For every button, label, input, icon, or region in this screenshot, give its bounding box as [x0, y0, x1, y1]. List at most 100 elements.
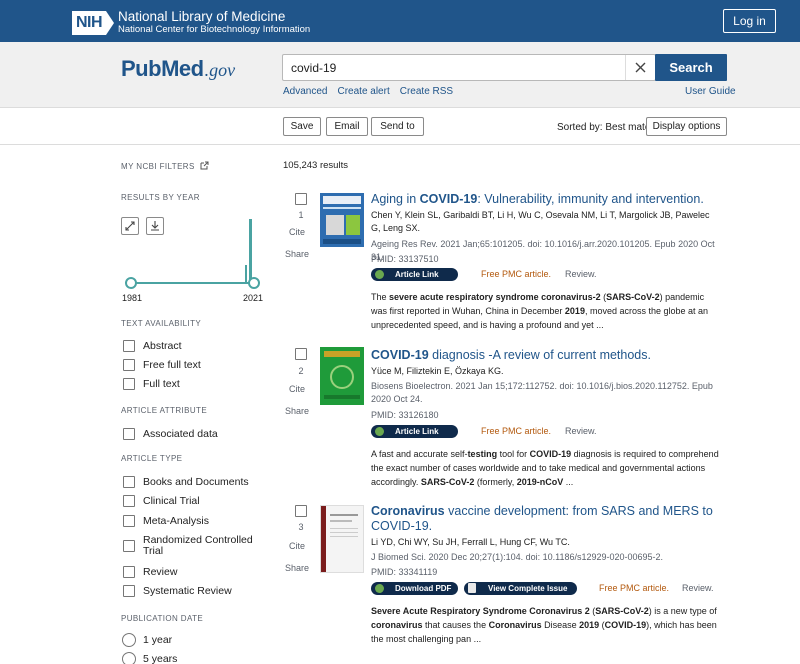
clinical-trial-checkbox[interactable] — [123, 495, 135, 507]
journal-cover-thumbnail[interactable] — [320, 505, 364, 573]
download-pdf-button[interactable]: Download PDF — [371, 582, 458, 595]
journal-cover-thumbnail[interactable] — [320, 347, 364, 405]
user-guide-link[interactable]: User Guide — [685, 86, 736, 97]
sorted-by-select[interactable]: Sorted by: Best match — [557, 122, 655, 133]
results-by-year-heading: RESULTS BY YEAR — [121, 193, 200, 202]
result-title-link[interactable]: COVID-19 diagnosis -A review of current … — [371, 348, 716, 363]
login-button[interactable]: Log in — [723, 9, 776, 33]
pdf-icon — [375, 584, 384, 593]
results-toolbar: Save Email Send to Sorted by: Best match… — [0, 108, 800, 145]
pubmed-logo[interactable]: Pub Med .gov — [121, 56, 235, 82]
systematic-review-label[interactable]: Systematic Review — [143, 586, 263, 597]
cite-button[interactable]: Cite — [283, 541, 311, 551]
create-alert-link[interactable]: Create alert — [337, 86, 389, 97]
view-complete-issue-button[interactable]: View Complete Issue — [464, 582, 577, 595]
five-years-radio[interactable] — [122, 652, 136, 664]
review-badge: Review. — [565, 269, 597, 279]
result-title-link[interactable]: Aging in COVID-19: Vulnerability, immuni… — [371, 192, 716, 207]
logo-gov: .gov — [204, 60, 236, 80]
leaf-icon — [375, 270, 384, 279]
review-checkbox[interactable] — [123, 566, 135, 578]
email-button[interactable]: Email — [326, 117, 368, 136]
one-year-label[interactable]: 1 year — [143, 635, 263, 646]
review-badge: Review. — [565, 426, 597, 436]
search-links: Advanced Create alert Create RSS — [283, 86, 453, 97]
clinical-trial-label[interactable]: Clinical Trial — [143, 496, 263, 507]
publication-date-heading: PUBLICATION DATE — [121, 614, 204, 623]
randomized-controlled-trial-checkbox[interactable] — [123, 540, 135, 552]
books-documents-checkbox[interactable] — [123, 476, 135, 488]
meta-analysis-checkbox[interactable] — [123, 515, 135, 527]
result-number: 1 — [298, 210, 304, 220]
free-pmc-label: Free PMC article. — [481, 269, 552, 279]
share-button[interactable]: Share — [283, 563, 311, 573]
timeline-start-handle[interactable] — [125, 277, 137, 289]
result-checkbox[interactable] — [295, 505, 307, 517]
review-badge: Review. — [682, 583, 714, 593]
text-availability-heading: TEXT AVAILABILITY — [121, 319, 202, 328]
free-full-text-label[interactable]: Free full text — [143, 360, 263, 371]
result-title-link[interactable]: Coronavirus vaccine development: from SA… — [371, 504, 716, 534]
systematic-review-checkbox[interactable] — [123, 585, 135, 597]
result-pmid: PMID: 33126180 — [371, 410, 439, 420]
result-authors: Yüce M, Filiztekin E, Özkaya KG. — [371, 366, 504, 376]
year-end-label: 2021 — [243, 293, 264, 303]
share-button[interactable]: Share — [283, 406, 311, 416]
search-input[interactable] — [283, 55, 623, 80]
abstract-checkbox[interactable] — [123, 340, 135, 352]
review-label[interactable]: Review — [143, 567, 263, 578]
full-text-label[interactable]: Full text — [143, 379, 263, 390]
free-full-text-checkbox[interactable] — [123, 359, 135, 371]
cite-button[interactable]: Cite — [283, 384, 311, 394]
timeline-bar-2021 — [249, 219, 252, 282]
article-attribute-heading: ARTICLE ATTRIBUTE — [121, 406, 208, 415]
free-pmc-label: Free PMC article. — [599, 583, 670, 593]
year-timeline-chart[interactable] — [121, 215, 266, 295]
result-citation: Biosens Bioelectron. 2021 Jan 15;172:112… — [371, 381, 713, 404]
my-ncbi-filters-label: MY NCBI FILTERS — [121, 162, 195, 171]
nih-header: NIH National Library of Medicine Nationa… — [0, 0, 800, 42]
one-year-radio[interactable] — [122, 633, 136, 647]
external-link-icon — [200, 161, 209, 170]
nih-logo[interactable]: NIH National Library of Medicine Nationa… — [72, 9, 310, 36]
issue-icon — [468, 583, 476, 593]
year-start-label: 1981 — [122, 293, 143, 303]
cite-button[interactable]: Cite — [283, 227, 311, 237]
advanced-link[interactable]: Advanced — [283, 86, 327, 97]
associated-data-label[interactable]: Associated data — [143, 429, 263, 440]
result-checkbox[interactable] — [295, 193, 307, 205]
article-link-button[interactable]: Article Link — [371, 425, 458, 438]
nih-logo-icon: NIH — [72, 10, 114, 35]
result-snippet: A fast and accurate self-testing tool fo… — [371, 449, 719, 487]
clear-button[interactable] — [625, 55, 655, 80]
send-to-button[interactable]: Send to — [371, 117, 424, 136]
full-text-checkbox[interactable] — [123, 378, 135, 390]
my-ncbi-filters-link[interactable]: MY NCBI FILTERS — [121, 161, 209, 171]
result-pmid: PMID: 33137510 — [371, 254, 439, 264]
create-rss-link[interactable]: Create RSS — [400, 86, 453, 97]
article-type-heading: ARTICLE TYPE — [121, 454, 183, 463]
logo-med: Med — [161, 56, 204, 81]
associated-data-checkbox[interactable] — [123, 428, 135, 440]
save-button[interactable]: Save — [283, 117, 321, 136]
results-count: 105,243 results — [283, 160, 348, 171]
five-years-label[interactable]: 5 years — [143, 654, 263, 664]
leaf-icon — [375, 427, 384, 436]
share-button[interactable]: Share — [283, 249, 311, 259]
randomized-controlled-trial-label[interactable]: Randomized Controlled Trial — [143, 535, 253, 557]
free-pmc-label: Free PMC article. — [481, 426, 552, 436]
result-pmid: PMID: 33341119 — [371, 567, 438, 577]
abstract-label[interactable]: Abstract — [143, 341, 263, 352]
result-checkbox[interactable] — [295, 348, 307, 360]
clear-icon — [635, 62, 646, 73]
books-documents-label[interactable]: Books and Documents — [143, 477, 263, 488]
display-options-button[interactable]: Display options — [646, 117, 727, 136]
timeline-end-handle[interactable] — [248, 277, 260, 289]
result-authors: Chen Y, Klein SL, Garibaldi BT, Li H, Wu… — [371, 210, 710, 233]
search-box — [282, 54, 656, 81]
meta-analysis-label[interactable]: Meta-Analysis — [143, 516, 263, 527]
result-snippet: Severe Acute Respiratory Syndrome Corona… — [371, 606, 717, 644]
search-button[interactable]: Search — [655, 54, 727, 81]
article-link-button[interactable]: Article Link — [371, 268, 458, 281]
journal-cover-thumbnail[interactable] — [320, 193, 364, 247]
